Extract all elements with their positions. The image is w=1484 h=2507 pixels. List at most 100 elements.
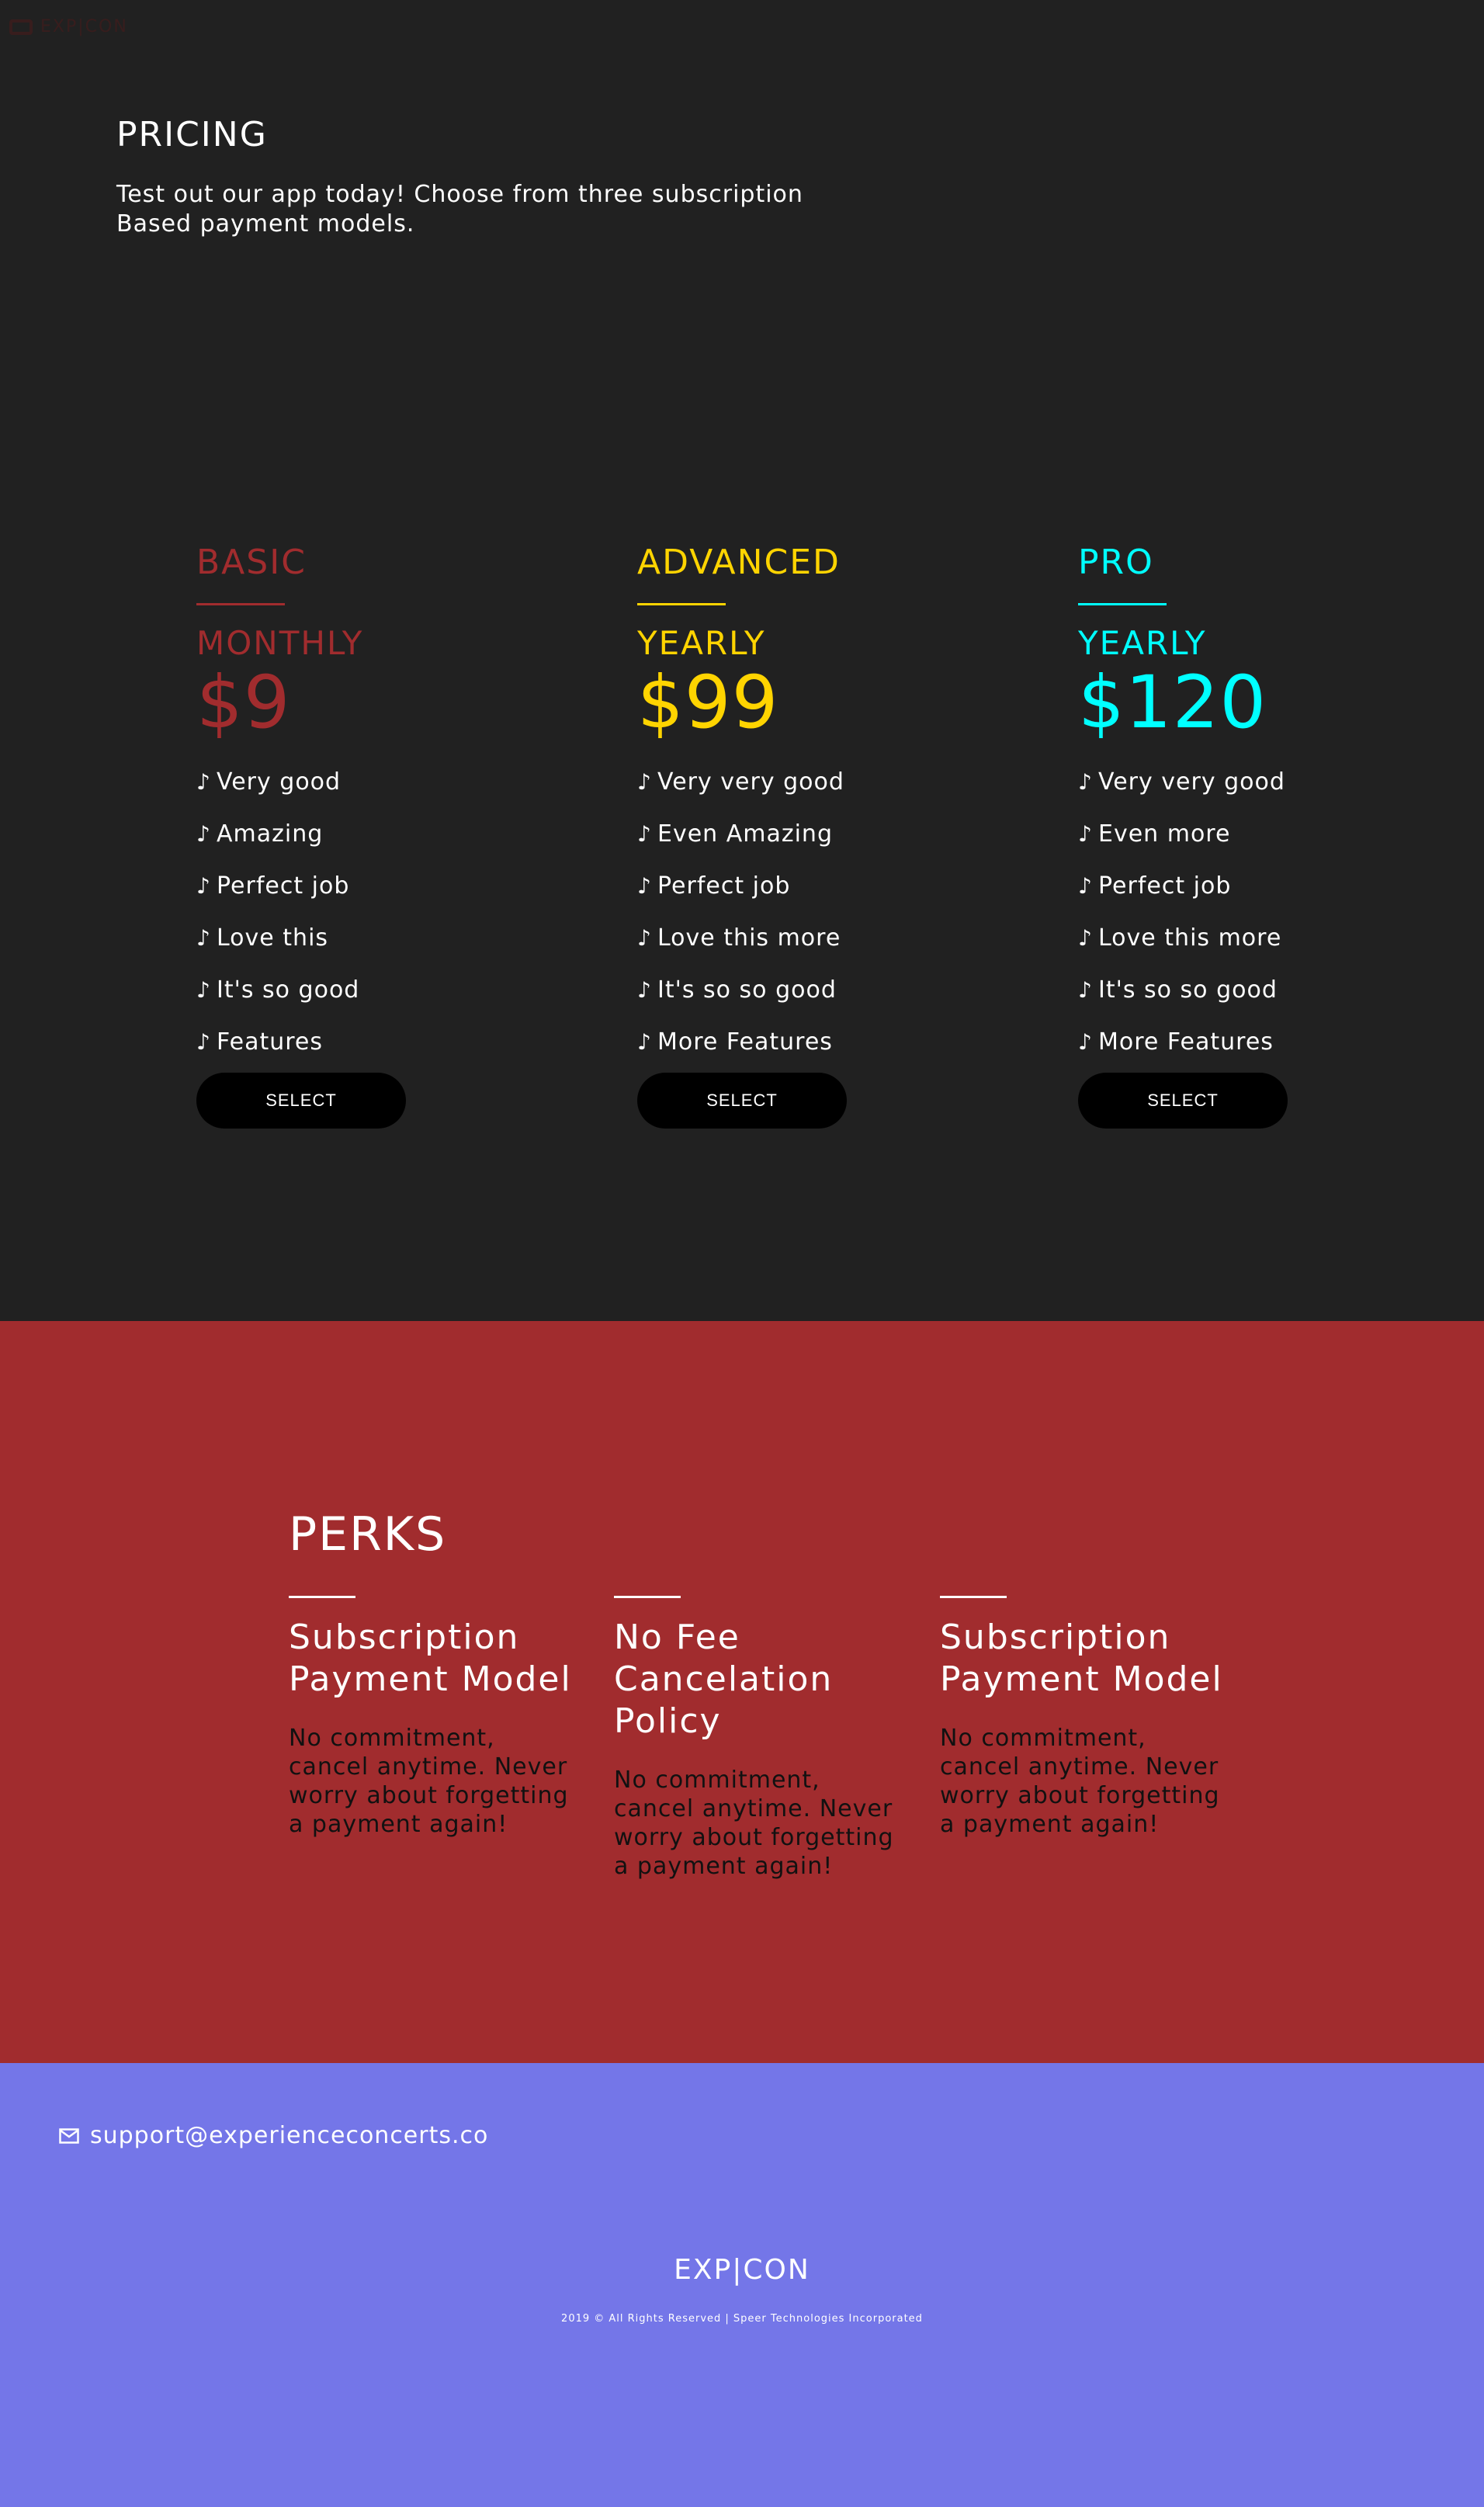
nav-logo-text[interactable]: EXP|CON <box>40 17 128 36</box>
copyright-text: 2019 © All Rights Reserved | Speer Techn… <box>561 2313 923 2325</box>
plan-period: YEARLY <box>637 624 766 662</box>
plan-period: YEARLY <box>1078 624 1207 662</box>
select-button-label: SELECT <box>1147 1091 1219 1110</box>
perk-title: Subscription Payment Model <box>940 1618 1223 1699</box>
perk-divider <box>940 1596 1007 1598</box>
perks-title: PERKS <box>289 1507 447 1562</box>
music-note-icon: ♪ <box>1078 977 1093 1003</box>
perk-title: No Fee Cancelation Policy <box>614 1618 834 1741</box>
music-note-icon: ♪ <box>637 925 652 951</box>
plan-price: $120 <box>1078 661 1267 745</box>
music-note-icon: ♪ <box>1078 821 1093 847</box>
feature-label: Love this <box>217 924 329 952</box>
feature-item: ♪ Love this more <box>1078 912 1435 964</box>
feature-item: ♪ It's so so good <box>1078 964 1435 1016</box>
select-button-label: SELECT <box>265 1091 337 1110</box>
feature-label: Even more <box>1098 820 1231 848</box>
top-nav: EXP|CON <box>9 17 128 36</box>
music-note-icon: ♪ <box>196 925 211 951</box>
feature-label: Love this more <box>1098 924 1282 952</box>
feature-label: Perfect job <box>1098 872 1232 900</box>
pricing-section: EXP|CON PRICING Test out our app today! … <box>0 0 1484 1321</box>
feature-item: ♪ Amazing <box>196 808 553 860</box>
feature-list: ♪ Very very good ♪ Even Amazing ♪ Perfect j… <box>637 756 994 1068</box>
music-note-icon: ♪ <box>637 873 652 899</box>
mail-icon <box>59 2127 79 2144</box>
feature-item: ♪ Very very good <box>637 756 994 808</box>
music-note-icon: ♪ <box>637 821 652 847</box>
feature-item: ♪ It's so good <box>196 964 553 1016</box>
footer: support@experienceconcerts.co EXP|CON 20… <box>0 2063 1484 2507</box>
plan-price: $99 <box>637 661 779 745</box>
feature-item: ♪ Love this <box>196 912 553 964</box>
music-note-icon: ♪ <box>1078 873 1093 899</box>
perk-description: No commitment, cancel anytime. Never wor… <box>614 1767 894 1880</box>
feature-label: Features <box>217 1028 323 1056</box>
feature-item: ♪ Even more <box>1078 808 1435 860</box>
feature-label: More Features <box>1098 1028 1274 1056</box>
feature-item: ♪ Very good <box>196 756 553 808</box>
contact-email[interactable]: support@experienceconcerts.co <box>90 2122 488 2149</box>
music-note-icon: ♪ <box>1078 925 1093 951</box>
plan-card-pro: PRO YEARLY $120 ♪ Very very good ♪ Even mo… <box>1078 539 1435 1129</box>
feature-item: ♪ Even Amazing <box>637 808 994 860</box>
music-note-icon: ♪ <box>1078 1029 1093 1055</box>
feature-item: ♪ Features <box>196 1016 553 1068</box>
pricing-description: Test out our app today! Choose from thre… <box>116 181 803 238</box>
select-advanced-button[interactable]: SELECT <box>637 1073 847 1129</box>
music-note-icon: ♪ <box>637 769 652 795</box>
feature-list: ♪ Very very good ♪ Even more ♪ Perfect job … <box>1078 756 1435 1068</box>
feature-item: ♪ Perfect job <box>196 860 553 912</box>
plan-name: BASIC <box>196 543 307 582</box>
music-note-icon: ♪ <box>1078 769 1093 795</box>
music-note-icon: ♪ <box>196 1029 211 1055</box>
perk-divider <box>289 1596 355 1598</box>
music-note-icon: ♪ <box>637 1029 652 1055</box>
perks-section: PERKS Subscription Payment Model No comm… <box>0 1321 1484 2063</box>
feature-label: Love this more <box>657 924 841 952</box>
perk-card: Subscription Payment Model No commitment… <box>940 1596 1227 1839</box>
feature-item: ♪ More Features <box>1078 1016 1435 1068</box>
feature-label: It's so good <box>217 976 360 1004</box>
perk-card: No Fee Cancelation Policy No commitment,… <box>614 1596 901 1881</box>
feature-label: Very very good <box>1098 768 1285 796</box>
feature-label: Perfect job <box>217 872 350 900</box>
feature-label: Very good <box>217 768 342 796</box>
logo-icon[interactable] <box>9 19 33 35</box>
plan-period: MONTHLY <box>196 624 364 662</box>
feature-label: It's so so good <box>1098 976 1278 1004</box>
feature-item: ♪ It's so so good <box>637 964 994 1016</box>
contact-email-link[interactable]: support@experienceconcerts.co <box>59 2122 488 2149</box>
plan-divider <box>1078 603 1167 605</box>
feature-label: Perfect job <box>657 872 791 900</box>
feature-list: ♪ Very good ♪ Amazing ♪ Perfect job ♪ Love t… <box>196 756 553 1068</box>
select-basic-button[interactable]: SELECT <box>196 1073 406 1129</box>
plan-price: $9 <box>196 661 291 745</box>
perk-description: No commitment, cancel anytime. Never wor… <box>940 1725 1220 1838</box>
plan-card-advanced: ADVANCED YEARLY $99 ♪ Very very good ♪ Eve… <box>637 539 994 1129</box>
feature-label: It's so so good <box>657 976 837 1004</box>
feature-label: Amazing <box>217 820 324 848</box>
pricing-title: PRICING <box>116 115 268 154</box>
plan-divider <box>196 603 285 605</box>
plan-card-basic: BASIC MONTHLY $9 ♪ Very good ♪ Amazing ♪ Pe… <box>196 539 553 1129</box>
select-pro-button[interactable]: SELECT <box>1078 1073 1288 1129</box>
feature-label: More Features <box>657 1028 833 1056</box>
plan-name: ADVANCED <box>637 543 841 582</box>
music-note-icon: ♪ <box>196 873 211 899</box>
feature-item: ♪ More Features <box>637 1016 994 1068</box>
select-button-label: SELECT <box>706 1091 778 1110</box>
feature-item: ♪ Very very good <box>1078 756 1435 808</box>
music-note-icon: ♪ <box>196 977 211 1003</box>
feature-label: Very very good <box>657 768 844 796</box>
feature-item: ♪ Love this more <box>637 912 994 964</box>
perk-divider <box>614 1596 681 1598</box>
perk-description: No commitment, cancel anytime. Never wor… <box>289 1725 569 1838</box>
feature-item: ♪ Perfect job <box>637 860 994 912</box>
music-note-icon: ♪ <box>196 821 211 847</box>
footer-brand: EXP|CON <box>674 2254 810 2286</box>
perk-title: Subscription Payment Model <box>289 1618 572 1699</box>
plan-name: PRO <box>1078 543 1154 582</box>
perk-card: Subscription Payment Model No commitment… <box>289 1596 576 1839</box>
music-note-icon: ♪ <box>637 977 652 1003</box>
